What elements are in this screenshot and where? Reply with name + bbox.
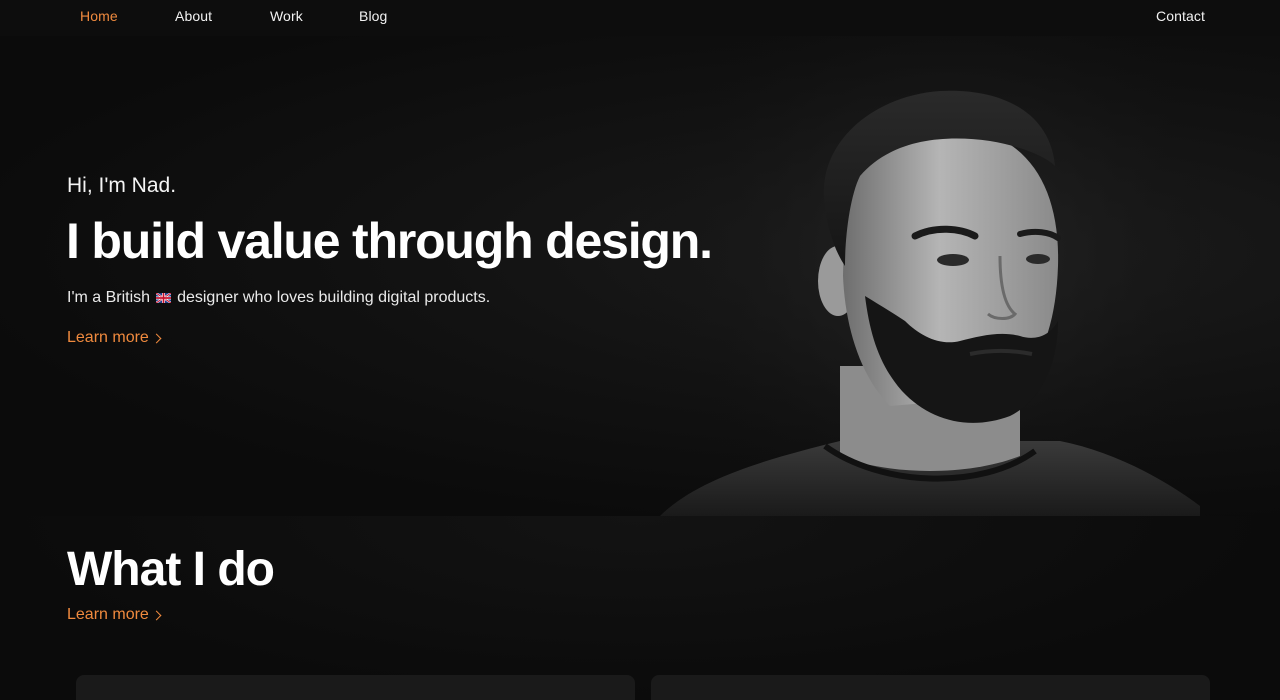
nav-item-work[interactable]: Work (270, 8, 303, 24)
hero-greeting: Hi, I'm Nad. (67, 174, 177, 197)
hero-subtitle-before: I'm a British (67, 289, 151, 306)
nav-item-about[interactable]: About (175, 8, 212, 24)
hero-learn-more-link[interactable]: Learn more (67, 329, 162, 347)
nav-item-contact[interactable]: Contact (1156, 8, 1205, 24)
section-learn-more-link[interactable]: Learn more (67, 606, 162, 624)
service-card[interactable] (651, 675, 1210, 700)
nav-item-blog[interactable]: Blog (359, 8, 387, 24)
hero-learn-more-label: Learn more (67, 329, 149, 346)
top-nav: Home About Work Blog Contact (0, 0, 1280, 36)
what-i-do-section: What I do Learn more (0, 516, 1280, 700)
uk-flag-icon (156, 293, 172, 303)
hero-subtitle: I'm a British designer who loves buildin… (67, 289, 490, 307)
portrait-image (640, 36, 1200, 516)
chevron-right-icon (151, 610, 162, 621)
section-title: What I do (67, 543, 275, 596)
service-card[interactable] (76, 675, 635, 700)
hero-title: I build value through design. (66, 213, 713, 269)
hero-section: Hi, I'm Nad. I build value through desig… (0, 36, 1280, 516)
hero-subtitle-after: designer who loves building digital prod… (177, 289, 491, 306)
chevron-right-icon (151, 333, 162, 344)
section-learn-more-label: Learn more (67, 606, 149, 623)
page: Home About Work Blog Contact Hi, I'm Nad… (0, 0, 1280, 700)
nav-item-home[interactable]: Home (80, 8, 118, 24)
